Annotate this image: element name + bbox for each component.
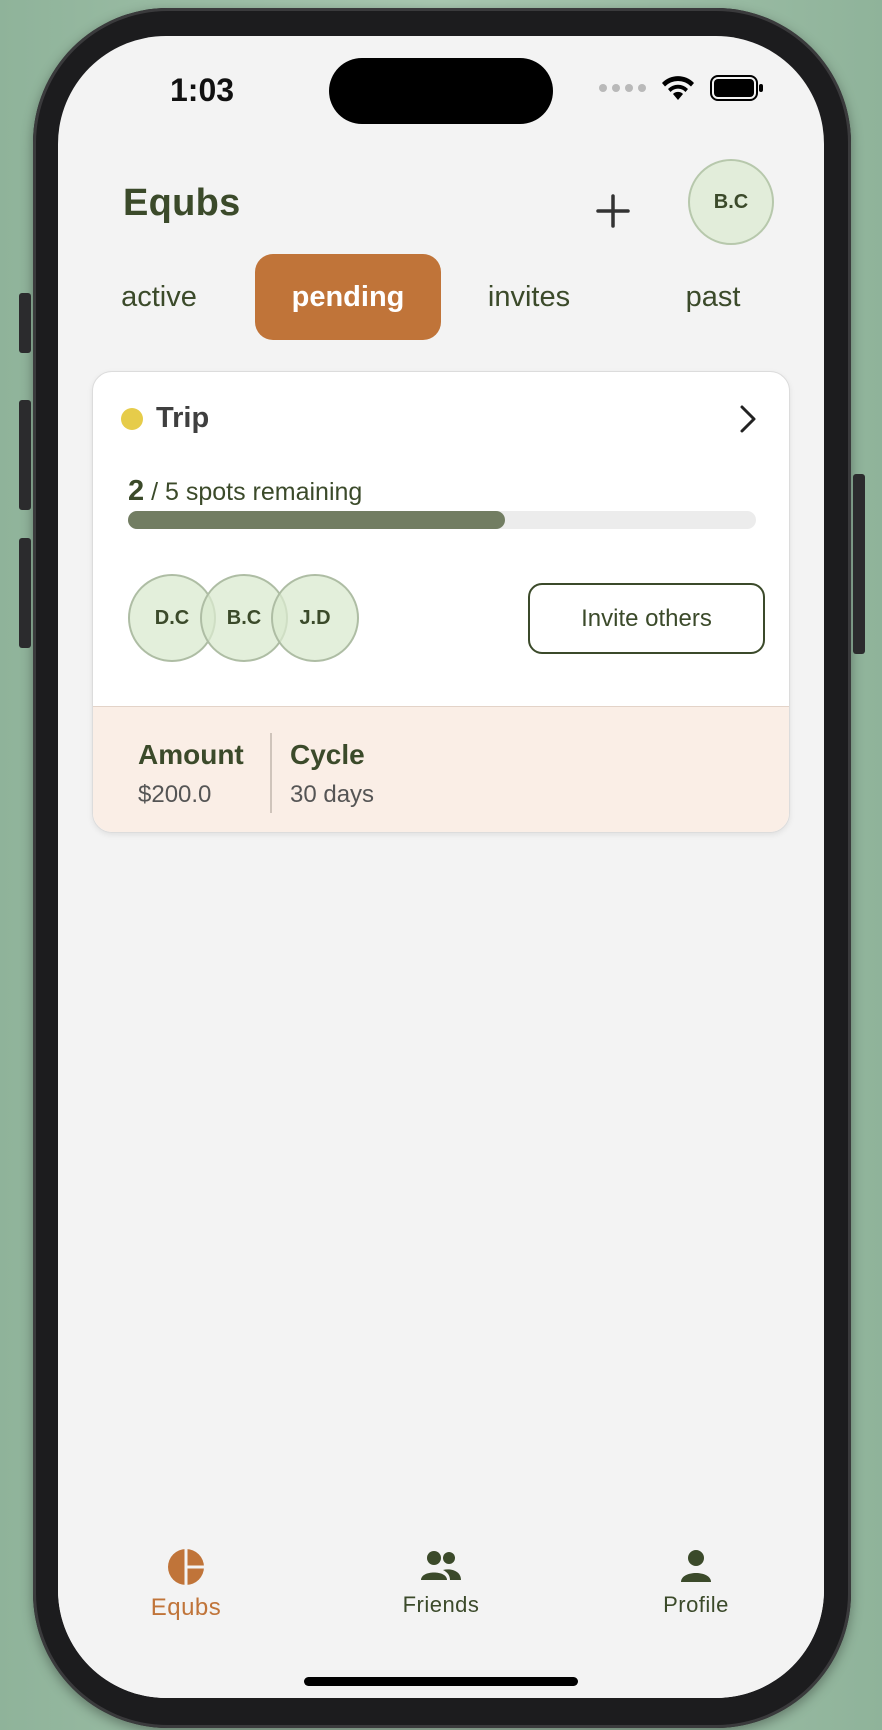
nav-profile[interactable]: Profile — [616, 1548, 776, 1618]
nav-friends[interactable]: Friends — [361, 1548, 521, 1618]
volume-up-button — [19, 400, 31, 510]
wifi-icon — [662, 76, 694, 100]
battery-icon — [710, 75, 763, 101]
tab-invites[interactable]: invites — [458, 254, 600, 340]
amount-section: Amount $200.0 — [138, 739, 244, 809]
side-button — [19, 293, 31, 353]
add-equb-button[interactable] — [583, 181, 643, 241]
tab-active[interactable]: active — [88, 254, 230, 340]
member-avatar: J.D — [271, 574, 359, 662]
nav-equbs[interactable]: Equbs — [106, 1548, 266, 1622]
spots-remaining-text: 2 / 5 spots remaining — [128, 475, 362, 508]
bottom-navigation: Equbs Friends Profile — [58, 1534, 824, 1698]
pie-chart-icon — [168, 1549, 204, 1585]
amount-label: Amount — [138, 739, 244, 770]
spots-total-text: / 5 spots remaining — [151, 478, 363, 506]
people-icon — [421, 1551, 461, 1580]
amount-value: $200.0 — [138, 781, 212, 808]
nav-friends-label: Friends — [402, 1592, 480, 1617]
equb-card[interactable]: Trip 2 / 5 spots remaining D.C B.C J.D I… — [92, 371, 790, 833]
spots-progress-fill — [128, 511, 505, 529]
home-indicator — [304, 1677, 578, 1686]
signal-dots-icon — [599, 84, 646, 92]
nav-equbs-label: Equbs — [150, 1594, 222, 1621]
app-screen: 1:03 Equbs B.C active pending invites pa… — [58, 36, 824, 1698]
member-avatars: D.C B.C J.D — [128, 574, 368, 664]
equb-tabs: active pending invites past — [58, 254, 824, 340]
status-icons — [599, 74, 764, 102]
equb-details: Amount $200.0 Cycle 30 days — [93, 706, 789, 832]
cycle-section: Cycle 30 days — [290, 739, 374, 809]
plus-icon — [596, 194, 630, 228]
equb-title: Trip — [156, 402, 210, 434]
power-button — [853, 474, 865, 654]
page-title: Equbs — [123, 182, 241, 224]
status-indicator — [121, 408, 143, 430]
chevron-right-icon[interactable] — [731, 402, 765, 436]
tab-pending[interactable]: pending — [255, 254, 441, 340]
volume-down-button — [19, 538, 31, 648]
details-divider — [270, 733, 272, 813]
invite-others-button[interactable]: Invite others — [528, 583, 765, 654]
cycle-label: Cycle — [290, 739, 365, 770]
user-avatar[interactable]: B.C — [688, 159, 774, 245]
spots-remaining-count: 2 — [128, 475, 145, 507]
tab-past[interactable]: past — [642, 254, 784, 340]
status-time: 1:03 — [170, 72, 235, 108]
spots-progress-bar — [128, 511, 756, 529]
nav-profile-label: Profile — [663, 1592, 729, 1617]
cycle-value: 30 days — [290, 781, 375, 808]
person-icon — [681, 1550, 711, 1582]
dynamic-island — [329, 58, 553, 124]
